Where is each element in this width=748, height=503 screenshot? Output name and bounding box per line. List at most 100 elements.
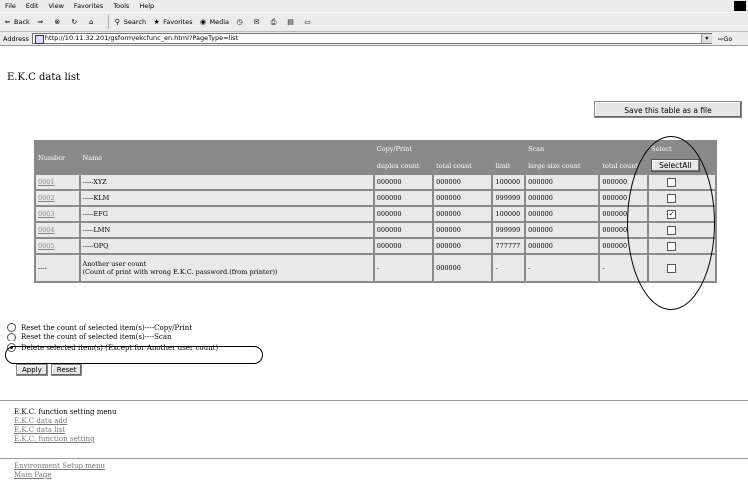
row-large-size-count: 000000 [526, 223, 599, 237]
row-number-link[interactable]: 0002 [36, 191, 79, 205]
address-label: Address [3, 34, 29, 43]
another-user-row: ---- Another user count (Count of print … [36, 255, 715, 281]
menu-favorites[interactable]: Favorites [69, 2, 108, 10]
link-main-page[interactable]: Main Page [14, 471, 105, 480]
search-button[interactable]: ⚲ Search [113, 18, 146, 27]
save-table-button[interactable]: Save this table as a file [594, 101, 742, 118]
forward-button[interactable]: ⇒ [36, 18, 47, 27]
address-input[interactable]: http://10.11.32.201/gsform/ekcfunc_en.ht… [31, 33, 712, 44]
radio-reset-copy-print[interactable] [7, 323, 16, 332]
favorites-icon: ★ [153, 17, 160, 26]
table-row: 0003 -----EFG 000000 000000 100000 00000… [36, 207, 715, 221]
page-icon [34, 35, 44, 44]
home-button[interactable]: ⌂ [87, 18, 98, 27]
row-name: -----EFG [80, 207, 373, 221]
address-bar: Address http://10.11.32.201/gsform/ekcfu… [0, 32, 748, 46]
row-number-link[interactable]: 0001 [36, 175, 79, 189]
table-row: 0005 -----OPQ 000000 000000 777777 00000… [36, 239, 715, 253]
header-copy-print: Copy/Print [374, 142, 525, 156]
print-button[interactable]: ⎙ [269, 18, 280, 27]
row-name: -----KLM [80, 191, 373, 205]
row-limit: 999999 [493, 191, 525, 205]
reset-button[interactable]: Reset [50, 364, 83, 376]
table-row: 0002 -----KLM 000000 000000 999999 00000… [36, 191, 715, 205]
row-total-count: 000000 [434, 175, 492, 189]
row-duplex-count: 000000 [374, 239, 433, 253]
discuss-button[interactable]: ▭ [303, 18, 314, 27]
header-total-count: total count [434, 158, 492, 173]
form-buttons: Apply Reset [16, 364, 85, 376]
refresh-button[interactable]: ↻ [70, 18, 81, 27]
bottom-links: Environment Setup menu Main Page [14, 462, 105, 480]
page-content: E.K.C data list Save this table as a fil… [0, 46, 748, 503]
row-duplex-count: 000000 [374, 191, 433, 205]
menu-help[interactable]: Help [134, 2, 159, 10]
row-duplex-count: 000000 [374, 175, 433, 189]
history-button[interactable]: ◷ [235, 18, 246, 27]
option-reset-scan-label: Reset the count of selected item(s)----S… [21, 333, 172, 341]
row-limit: 100000 [493, 175, 525, 189]
header-large-size-count: large size count [526, 158, 599, 173]
another-user-name: Another user count (Count of print with … [80, 255, 373, 281]
row-number-link[interactable]: 0004 [36, 223, 79, 237]
row-total-count: 000000 [434, 223, 492, 237]
radio-reset-scan[interactable] [7, 333, 16, 341]
media-button[interactable]: ◉ Media [199, 17, 230, 27]
another-user-note: (Count of print with wrong E.K.C. passwo… [82, 268, 278, 276]
stop-button[interactable]: ⊗ [53, 18, 64, 27]
address-value: http://10.11.32.201/gsform/ekcfunc_en.ht… [44, 34, 239, 42]
menu-heading: E.K.C. function setting menu [14, 408, 117, 416]
ekc-data-table: Number Name Copy/Print Scan Select duple… [34, 140, 717, 283]
ekc-function-menu: E.K.C. function setting menu E.K.C data … [14, 408, 116, 444]
search-icon: ⚲ [114, 17, 120, 26]
page-title: E.K.C data list [7, 72, 81, 83]
back-button[interactable]: ⇐ Back [3, 18, 30, 27]
windows-logo-icon [734, 1, 746, 11]
row-total-count: 000000 [434, 191, 492, 205]
forward-arrow-icon: ⇒ [37, 17, 44, 26]
row-name: -----LMN [80, 223, 373, 237]
mail-button[interactable]: ✉ [252, 18, 263, 27]
row-duplex-count: 000000 [374, 223, 433, 237]
row-number-link[interactable]: 0005 [36, 239, 79, 253]
home-icon: ⌂ [89, 17, 94, 26]
table-row: 0001 -----XYZ 000000 000000 100000 00000… [36, 175, 715, 189]
media-label: Media [209, 18, 230, 26]
row-duplex-count: 000000 [374, 207, 433, 221]
row-total-count: 000000 [434, 239, 492, 253]
menu-view[interactable]: View [43, 2, 68, 10]
row-total-count: 000000 [434, 207, 492, 221]
another-user-limit: - [493, 255, 525, 281]
favorites-button[interactable]: ★ Favorites [152, 18, 192, 27]
edit-button[interactable]: ▤ [286, 18, 297, 27]
divider [0, 400, 748, 401]
menu-tools[interactable]: Tools [108, 2, 134, 10]
row-limit: 777777 [493, 239, 525, 253]
apply-button[interactable]: Apply [16, 364, 48, 376]
option-reset-copy-print[interactable]: Reset the count of selected item(s)----C… [7, 322, 218, 333]
address-dropdown-icon[interactable]: ▾ [700, 34, 712, 43]
option-reset-copy-print-label: Reset the count of selected item(s)----C… [21, 323, 193, 332]
link-ekc-data-list[interactable]: E.K.C data list [14, 426, 116, 435]
divider [0, 458, 748, 459]
browser-toolbar: ⇐ Back ⇒ ⊗ ↻ ⌂ ⚲ Search ★ Favorites ◉ Media … [0, 12, 748, 32]
link-ekc-function-setting[interactable]: E.K.C. function setting [14, 435, 116, 444]
another-user-number: ---- [36, 255, 79, 281]
mail-icon: ✉ [253, 17, 260, 26]
media-icon: ◉ [199, 17, 207, 26]
link-environment-setup-menu[interactable]: Environment Setup menu [14, 462, 105, 471]
link-ekc-data-add[interactable]: E.K.C data add [14, 417, 116, 426]
option-reset-scan[interactable]: Reset the count of selected item(s)----S… [7, 333, 218, 341]
menu-file[interactable]: File [0, 2, 21, 10]
refresh-icon: ↻ [71, 17, 78, 26]
row-number-link[interactable]: 0003 [36, 207, 79, 221]
header-name: Name [80, 142, 373, 173]
table-row: 0004 -----LMN 000000 000000 999999 00000… [36, 223, 715, 237]
stop-icon: ⊗ [54, 17, 61, 26]
toolbar-divider [107, 15, 109, 29]
edit-icon: ▤ [287, 17, 294, 26]
row-name: -----OPQ [80, 239, 373, 253]
row-large-size-count: 000000 [526, 207, 599, 221]
go-button[interactable]: ⇨Go [718, 35, 732, 43]
menu-edit[interactable]: Edit [21, 2, 44, 10]
